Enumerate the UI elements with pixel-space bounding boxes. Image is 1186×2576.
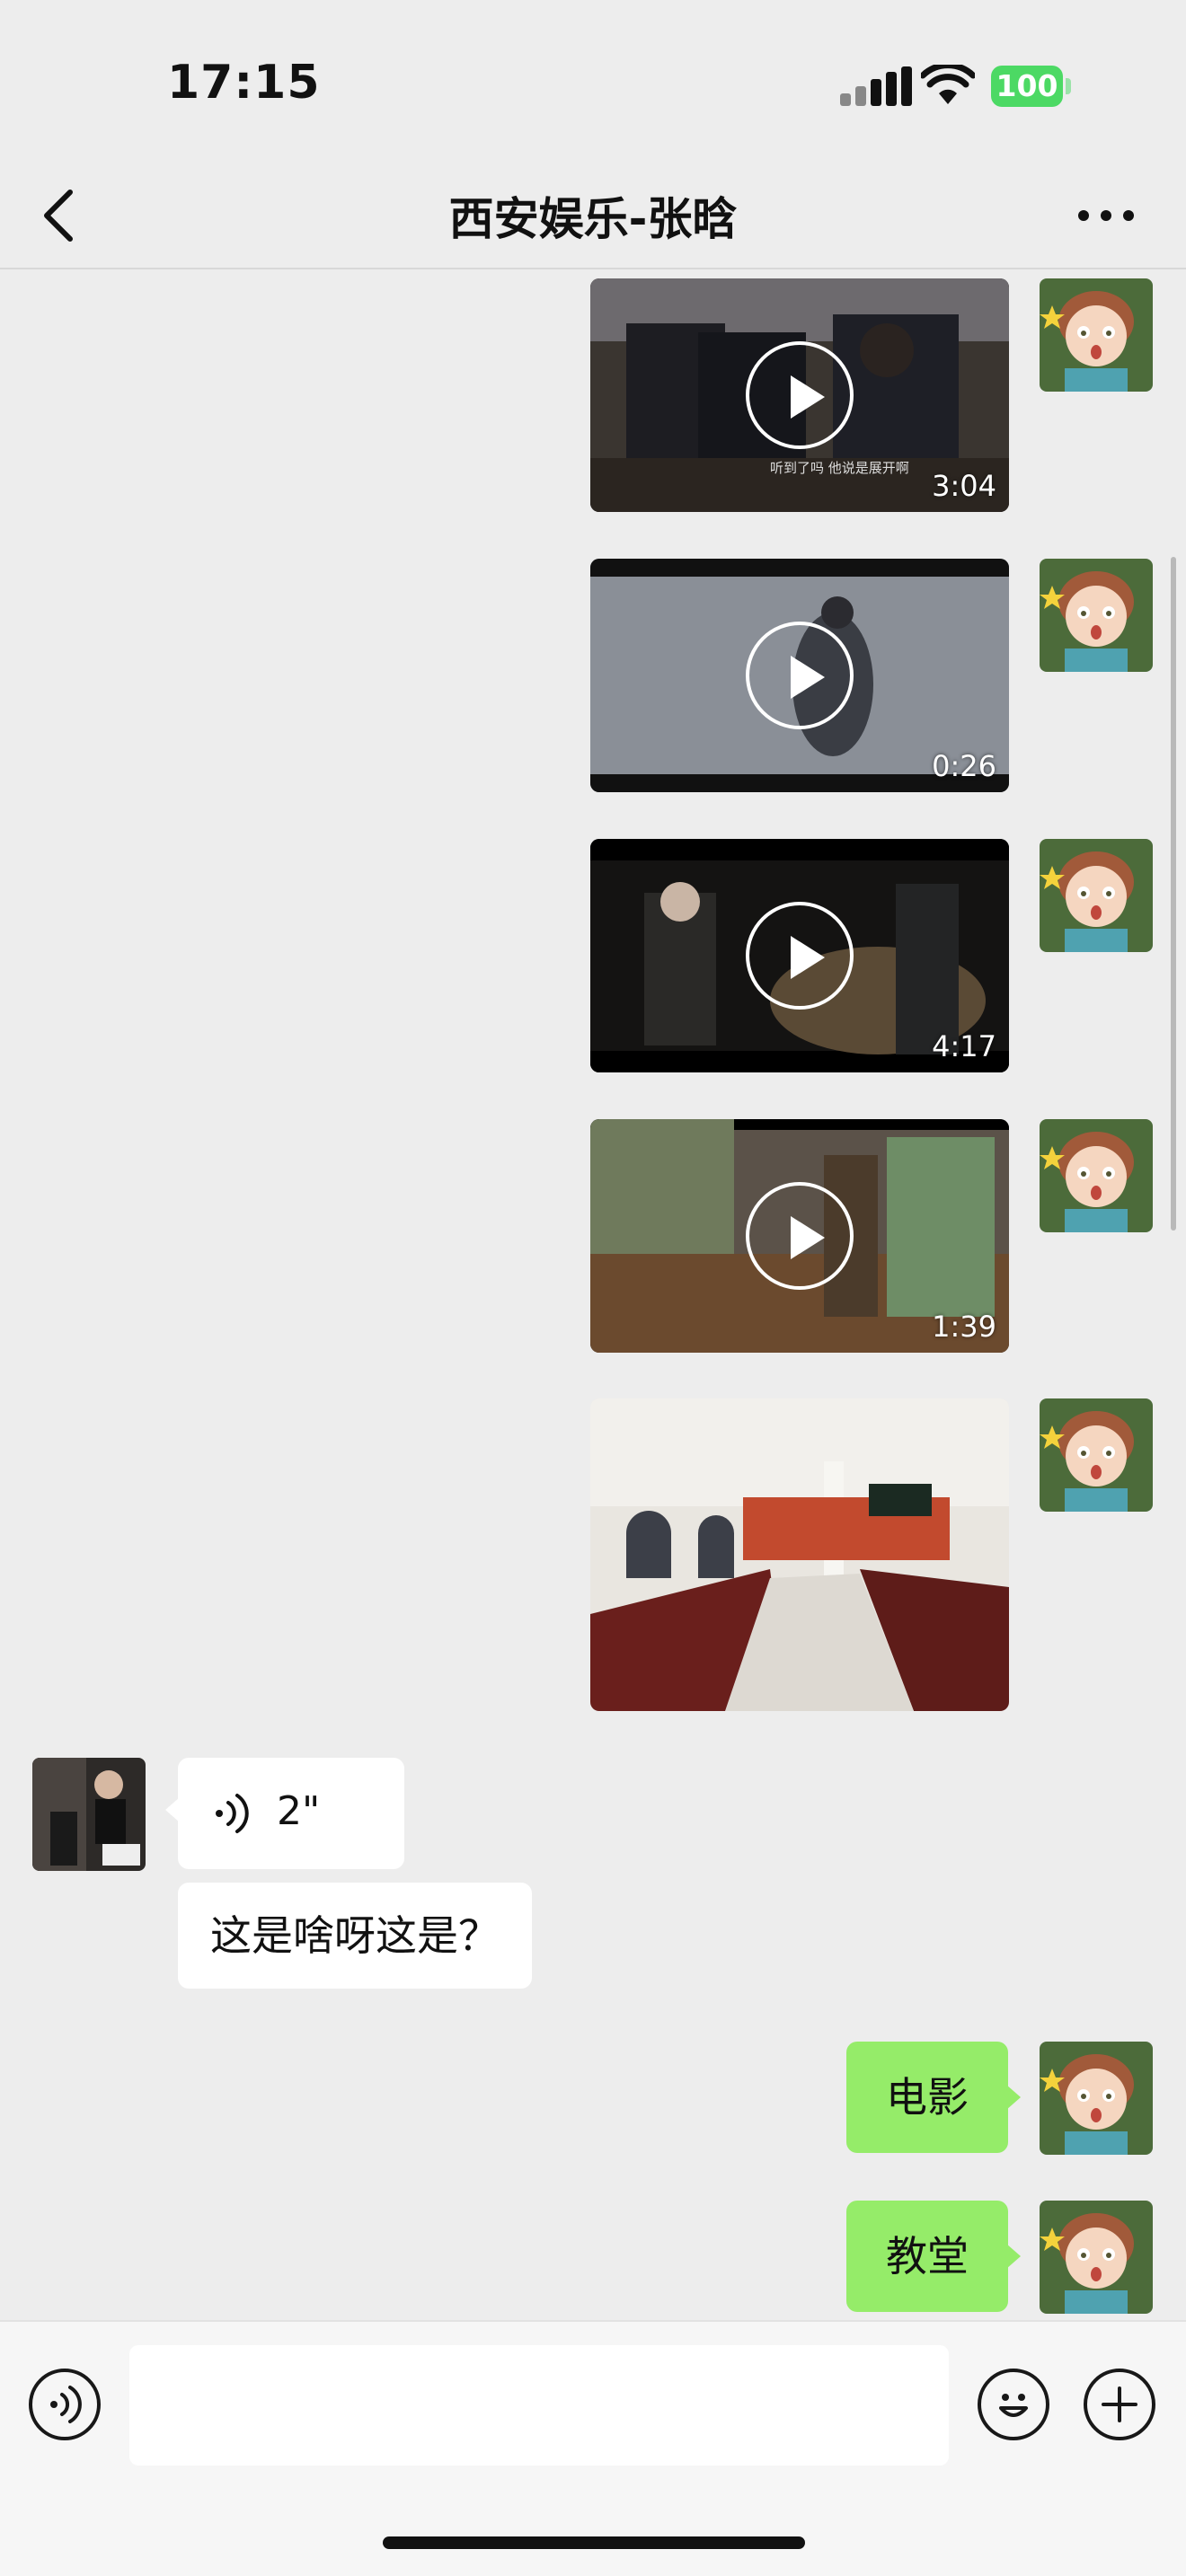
play-icon[interactable] xyxy=(746,1182,854,1290)
avatar-contact[interactable] xyxy=(32,1758,146,1871)
message-text: 教堂 xyxy=(886,2232,969,2280)
cartoon-avatar-icon xyxy=(1040,1398,1153,1512)
message-text: 电影 xyxy=(886,2073,969,2122)
video-duration: 3:04 xyxy=(932,469,996,503)
wifi-icon xyxy=(921,65,975,104)
photo-message[interactable] xyxy=(590,1398,1009,1711)
cellular-signal-icon xyxy=(840,66,912,106)
video-message[interactable]: 4:17 xyxy=(590,839,1009,1072)
outgoing-text-message[interactable]: 教堂 xyxy=(846,2201,1021,2312)
video-message[interactable]: 0:26 xyxy=(590,559,1009,792)
voice-message[interactable]: 2" xyxy=(165,1758,404,1869)
cartoon-avatar-icon xyxy=(1040,278,1153,392)
avatar-me[interactable] xyxy=(1040,1119,1153,1232)
status-time: 17:15 xyxy=(167,56,321,110)
cartoon-avatar-icon xyxy=(1040,559,1153,672)
video-subtitle: 听到了吗 他说是展开啊 xyxy=(770,460,909,476)
scrollbar[interactable] xyxy=(1171,557,1176,1231)
video-message[interactable]: 听到了吗 他说是展开啊 3:04 xyxy=(590,278,1009,512)
status-bar: 17:15 100 xyxy=(0,0,1186,162)
cartoon-avatar-icon xyxy=(1040,839,1153,952)
video-duration: 4:17 xyxy=(932,1029,996,1063)
plus-icon xyxy=(1102,2386,1137,2422)
outgoing-text-message[interactable]: 电影 xyxy=(846,2042,1021,2153)
avatar-me[interactable] xyxy=(1040,839,1153,952)
play-icon[interactable] xyxy=(746,902,854,1010)
avatar-me[interactable] xyxy=(1040,559,1153,672)
voice-wave-icon xyxy=(216,1794,249,1833)
emoji-button[interactable] xyxy=(978,2369,1049,2440)
cartoon-avatar-icon xyxy=(1040,1119,1153,1232)
cartoon-avatar-icon xyxy=(1040,2201,1153,2314)
voice-duration: 2" xyxy=(277,1788,321,1834)
video-duration: 1:39 xyxy=(932,1310,996,1344)
cartoon-avatar-icon xyxy=(1040,2042,1153,2155)
play-icon[interactable] xyxy=(746,622,854,729)
chat-header: 西安娱乐-张晗 xyxy=(0,162,1186,269)
more-options-icon[interactable] xyxy=(1075,198,1137,234)
church-interior-photo xyxy=(590,1398,1009,1711)
battery-icon: 100 xyxy=(991,66,1072,107)
avatar-me[interactable] xyxy=(1040,2042,1153,2155)
message-input[interactable] xyxy=(129,2345,949,2466)
avatar-me[interactable] xyxy=(1040,2201,1153,2314)
chat-title: 西安娱乐-张晗 xyxy=(448,193,738,245)
battery-level: 100 xyxy=(991,66,1063,107)
more-actions-button[interactable] xyxy=(1084,2369,1155,2440)
incoming-text-message[interactable]: 这是啥呀这是？ xyxy=(178,1883,532,1989)
video-message[interactable]: 1:39 xyxy=(590,1119,1009,1353)
voice-input-button[interactable] xyxy=(29,2369,101,2440)
avatar-me[interactable] xyxy=(1040,1398,1153,1512)
voice-icon xyxy=(50,2386,82,2423)
contact-photo-icon xyxy=(32,1758,146,1871)
play-icon[interactable] xyxy=(746,341,854,449)
video-duration: 0:26 xyxy=(932,749,996,783)
home-indicator[interactable] xyxy=(383,2536,805,2549)
avatar-me[interactable] xyxy=(1040,278,1153,392)
smiley-icon xyxy=(999,2394,1028,2417)
